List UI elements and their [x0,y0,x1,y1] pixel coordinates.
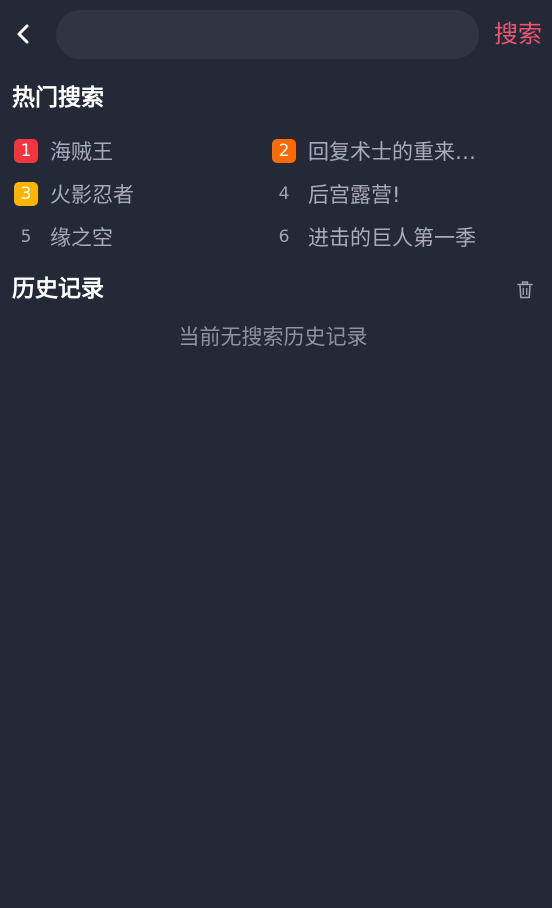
trash-icon [517,281,533,299]
hot-search-item[interactable]: 3 火影忍者 [14,177,134,211]
rank-badge: 1 [14,139,38,163]
rank-badge: 3 [14,182,38,206]
hot-search-label: 后宫露营! [308,183,401,207]
history-empty-message: 当前无搜索历史记录 [178,325,368,349]
clear-history-button[interactable] [514,279,536,301]
hot-search-label: 缘之空 [50,226,113,250]
hot-search-item[interactable]: 1 海贼王 [14,134,113,168]
search-header: 搜索 [0,0,552,70]
history-title: 历史记录 [12,276,104,302]
rank-badge: 2 [272,139,296,163]
hot-search-item[interactable]: 4 后宫露营! [272,177,401,211]
chevron-left-icon [17,24,29,44]
hot-search-label: 回复术士的重来… [308,140,476,164]
hot-search-item[interactable]: 5 缘之空 [14,220,113,254]
hot-search-label: 进击的巨人第一季 [308,226,476,250]
search-page: 搜索 热门搜索 1 海贼王 2 回复术士的重来… 3 火影忍者 4 后宫露营! … [0,0,552,908]
rank-number: 6 [278,227,290,247]
hot-search-label: 海贼王 [50,140,113,164]
hot-search-title: 热门搜索 [12,85,104,111]
back-button[interactable] [8,18,40,50]
search-input[interactable] [56,10,479,59]
hot-search-item[interactable]: 2 回复术士的重来… [272,134,476,168]
rank-number: 4 [278,184,290,204]
rank-number: 5 [20,227,32,247]
search-button[interactable]: 搜索 [490,16,546,52]
hot-search-label: 火影忍者 [50,183,134,207]
hot-search-item[interactable]: 6 进击的巨人第一季 [272,220,476,254]
